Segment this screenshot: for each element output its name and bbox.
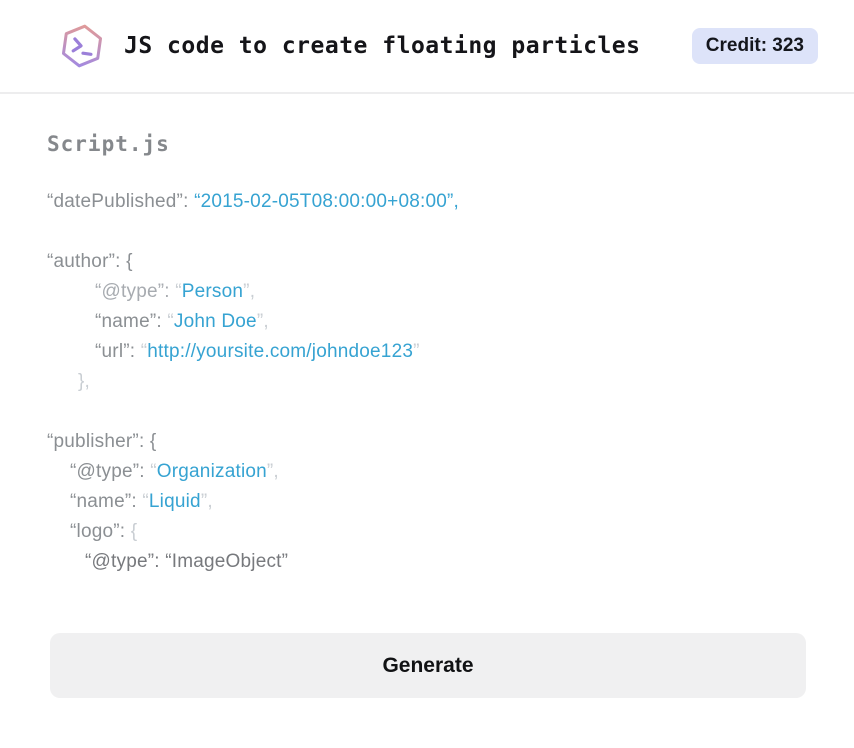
code-line: }, [47, 367, 806, 397]
code-token: : [139, 461, 151, 482]
code-token: : { [115, 251, 133, 272]
credit-badge: Credit: 323 [691, 28, 818, 64]
code-token: ” [413, 341, 420, 362]
code-line: “name”: “John Doe”, [47, 307, 806, 337]
code-token: : [156, 311, 168, 332]
code-token: “url” [95, 341, 130, 362]
code-block: “datePublished”: “2015-02-05T08:00:00+08… [47, 187, 806, 577]
code-token: ”, [200, 491, 213, 512]
code-line: “@type”: “Organization”, [47, 457, 806, 487]
code-token: Person [181, 281, 244, 302]
code-line: “publisher”: { [47, 427, 806, 457]
code-token: “logo” [70, 521, 120, 542]
code-token: Organization [156, 461, 267, 482]
code-line: “@type”: “Person”, [47, 277, 806, 307]
code-token: ”, [266, 461, 279, 482]
code-token: “publisher” [47, 431, 139, 452]
code-line: “author”: { [47, 247, 806, 277]
code-token: John Doe [173, 311, 257, 332]
app-header: JS code to create floating particles Cre… [0, 0, 854, 94]
code-token: “name” [95, 311, 157, 332]
code-line: “logo”: { [47, 517, 806, 547]
code-line: “url”: “http://yoursite.com/johndoe123” [47, 337, 806, 367]
code-token: : [183, 191, 195, 212]
code-token: : { [138, 431, 157, 452]
code-token: “datePublished” [47, 191, 184, 212]
code-token: “@type”: “ImageObject” [85, 551, 289, 572]
code-token: “@type” [70, 461, 140, 482]
code-token: ”, [256, 311, 269, 332]
code-token: “author” [47, 251, 116, 272]
footer-actions: Generate [0, 633, 854, 698]
code-token: { [130, 521, 138, 542]
page-title: JS code to create floating particles [124, 33, 641, 59]
code-token: : [164, 281, 176, 302]
code-token: : [131, 491, 143, 512]
code-line: “@type”: “ImageObject” [47, 547, 806, 577]
generate-button[interactable]: Generate [50, 633, 806, 698]
code-token: }, [78, 371, 91, 392]
code-token: “2015-02-05T08:00:00+08:00”, [194, 191, 459, 212]
filename-label: Script.js [47, 132, 170, 156]
code-line: “name”: “Liquid”, [47, 487, 806, 517]
terminal-prompt-hexagon-icon [61, 24, 103, 68]
code-token: : [129, 341, 141, 362]
code-token: http://yoursite.com/johndoe123 [147, 341, 414, 362]
code-token: “name” [70, 491, 132, 512]
main-content: Script.js “datePublished”: “2015-02-05T0… [0, 132, 854, 577]
code-line: “datePublished”: “2015-02-05T08:00:00+08… [47, 187, 806, 217]
code-token: Liquid [148, 491, 201, 512]
code-token: : [119, 521, 131, 542]
code-token: ”, [243, 281, 256, 302]
code-token: “@type” [95, 281, 165, 302]
